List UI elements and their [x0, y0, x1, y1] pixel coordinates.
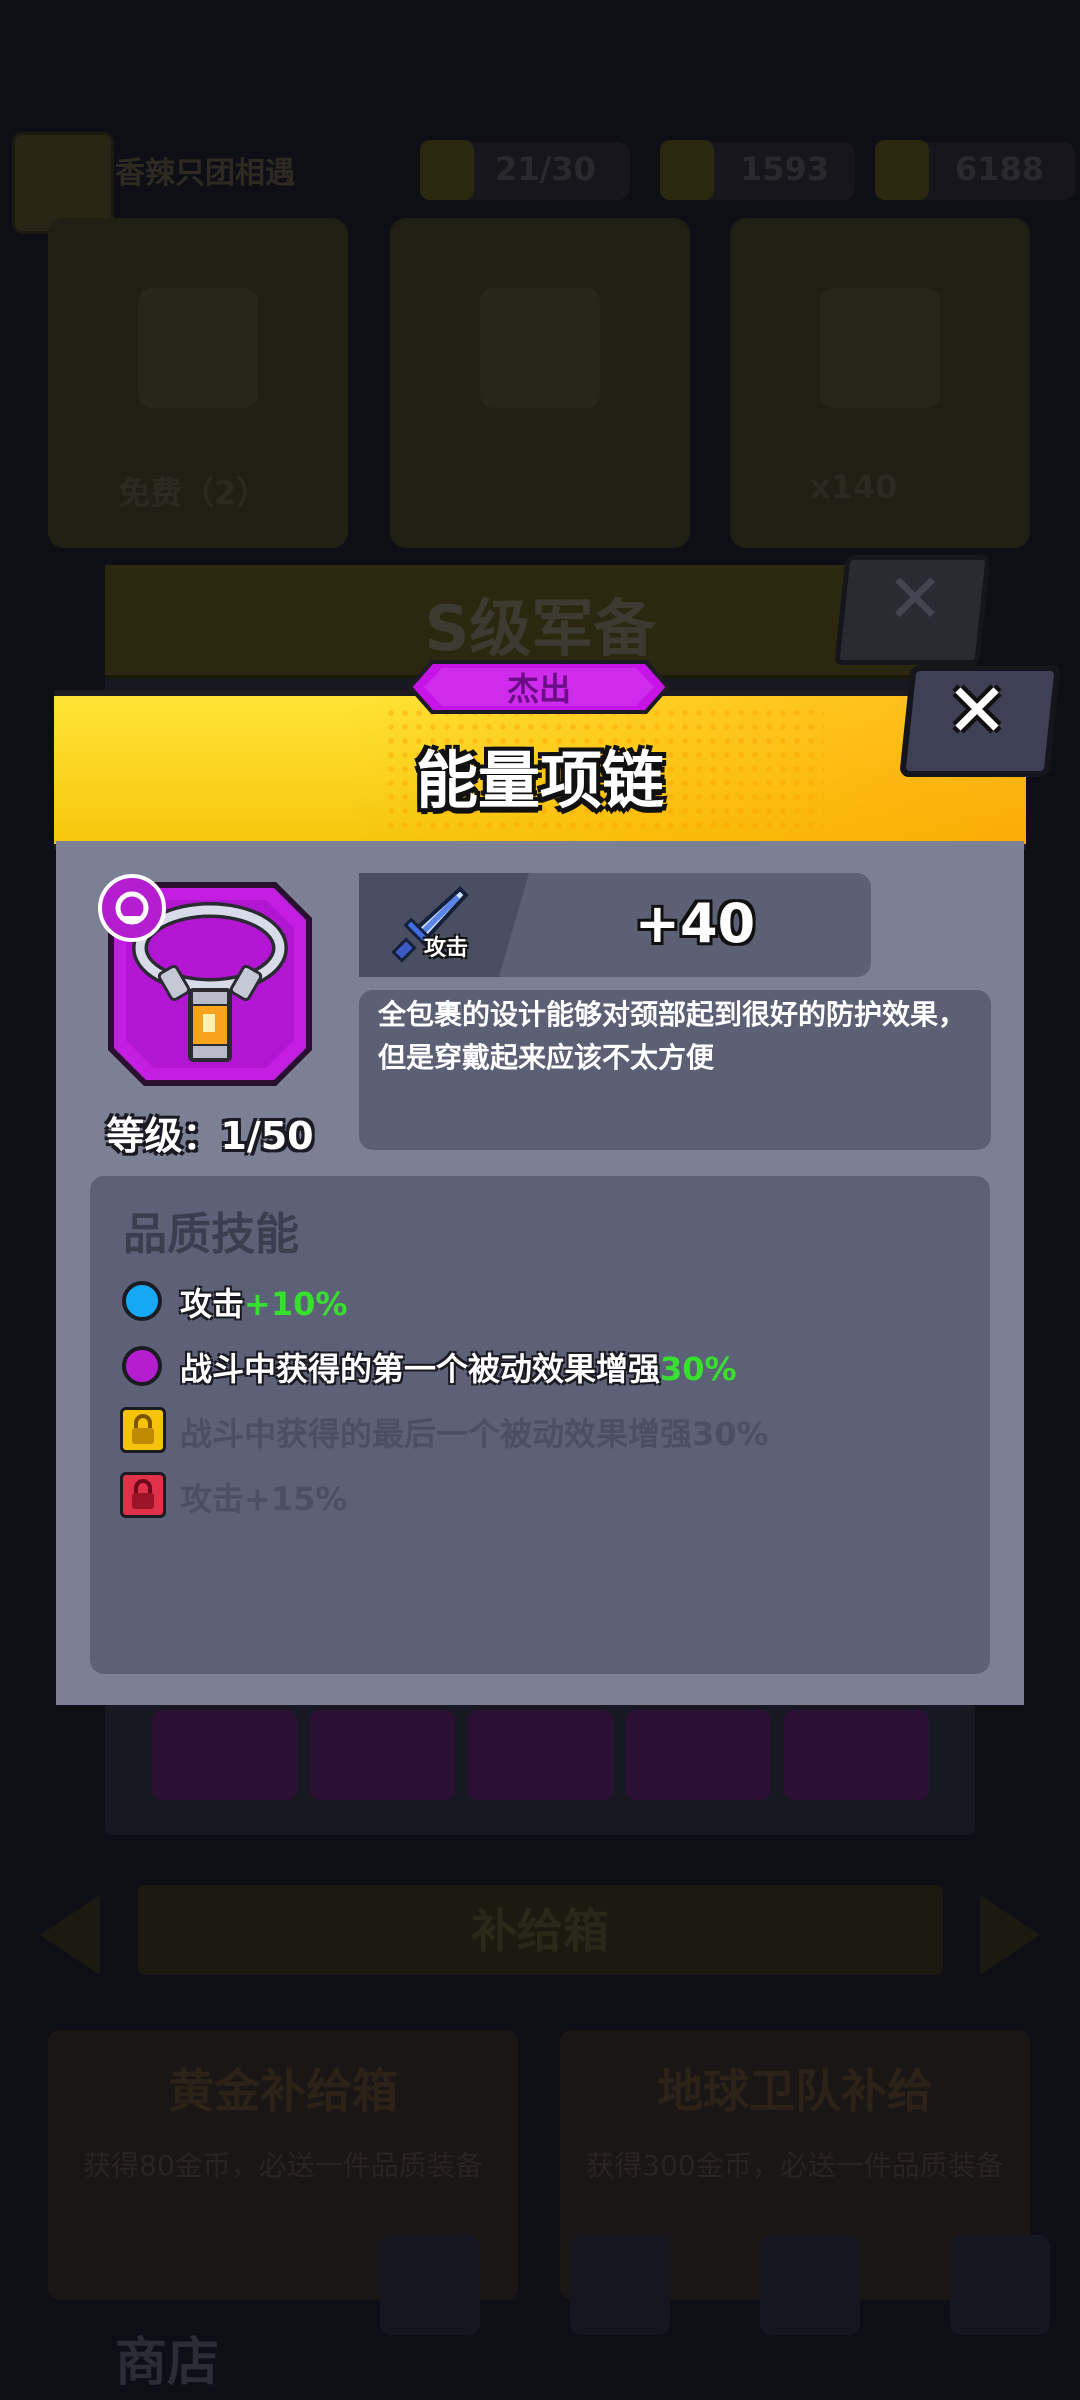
close-icon[interactable]: ✕: [912, 668, 1042, 754]
item-level: 等级：1/50: [106, 1114, 314, 1158]
nav-icon: [760, 2235, 860, 2335]
quality-label: 杰出: [506, 670, 571, 708]
stat-label: 攻击: [424, 936, 469, 961]
supply-title: 补给箱: [471, 1904, 609, 1958]
purple-dot-icon: [122, 1346, 162, 1386]
skill-text: 攻击+15%: [180, 1480, 348, 1518]
bg-equip-slot: [310, 1710, 455, 1800]
resource-gems-value: 1593: [740, 150, 830, 188]
bg-chest-card-1: 免费（2）: [48, 218, 348, 548]
shop-label: 商店: [115, 2333, 220, 2393]
bg-equip-slot: [152, 1710, 297, 1800]
nav-icon: [950, 2235, 1050, 2335]
bg-chest-card-3: x140: [730, 218, 1030, 548]
bg-equip-slot: [626, 1710, 771, 1800]
coin-icon: [875, 140, 929, 200]
resource-coins-value: 6188: [955, 150, 1045, 188]
stat-value: +40: [634, 892, 756, 955]
skills-title: 品质技能: [123, 1209, 299, 1260]
energy-icon: [420, 140, 474, 200]
chest-icon: [138, 288, 258, 408]
skill-row: 战斗中获得的第一个被动效果增强30%: [120, 1340, 980, 1396]
nav-icon: [380, 2235, 480, 2335]
chest-icon: [820, 288, 940, 408]
blue-dot-icon: [122, 1281, 162, 1321]
chest-icon: [480, 288, 600, 408]
player-name: 香辣只团相遇: [115, 156, 295, 191]
skill-row-locked: 战斗中获得的最后一个被动效果增强30%: [120, 1405, 980, 1461]
bg-equip-slot: [468, 1710, 613, 1800]
skill-row-locked: 攻击+15%: [120, 1470, 980, 1526]
skill-bonus: +10%: [244, 1285, 348, 1323]
yellow-lock-icon: [120, 1407, 166, 1453]
resource-energy-value: 21/30: [495, 150, 596, 188]
gem-icon: [660, 140, 714, 200]
star-icon: [570, 2235, 670, 2335]
bg-equip-slot: [784, 1710, 929, 1800]
skill-bonus: 30%: [660, 1350, 737, 1388]
bg-chest-card-2: [390, 218, 690, 548]
skill-text: 战斗中获得的最后一个被动效果增强30%: [180, 1415, 769, 1453]
close-icon: ✕: [886, 560, 944, 639]
skill-text: 攻击: [180, 1285, 245, 1323]
skill-text: 战斗中获得的第一个被动效果增强: [180, 1350, 661, 1388]
item-title: 能量项链: [415, 744, 664, 817]
item-description: 全包裹的设计能够对颈部起到很好的防护效果，但是穿戴起来应该不太方便: [378, 998, 967, 1074]
necklace-category-icon: [98, 874, 166, 942]
red-lock-icon: [120, 1472, 166, 1518]
skill-row: 攻击+10%: [120, 1275, 980, 1331]
